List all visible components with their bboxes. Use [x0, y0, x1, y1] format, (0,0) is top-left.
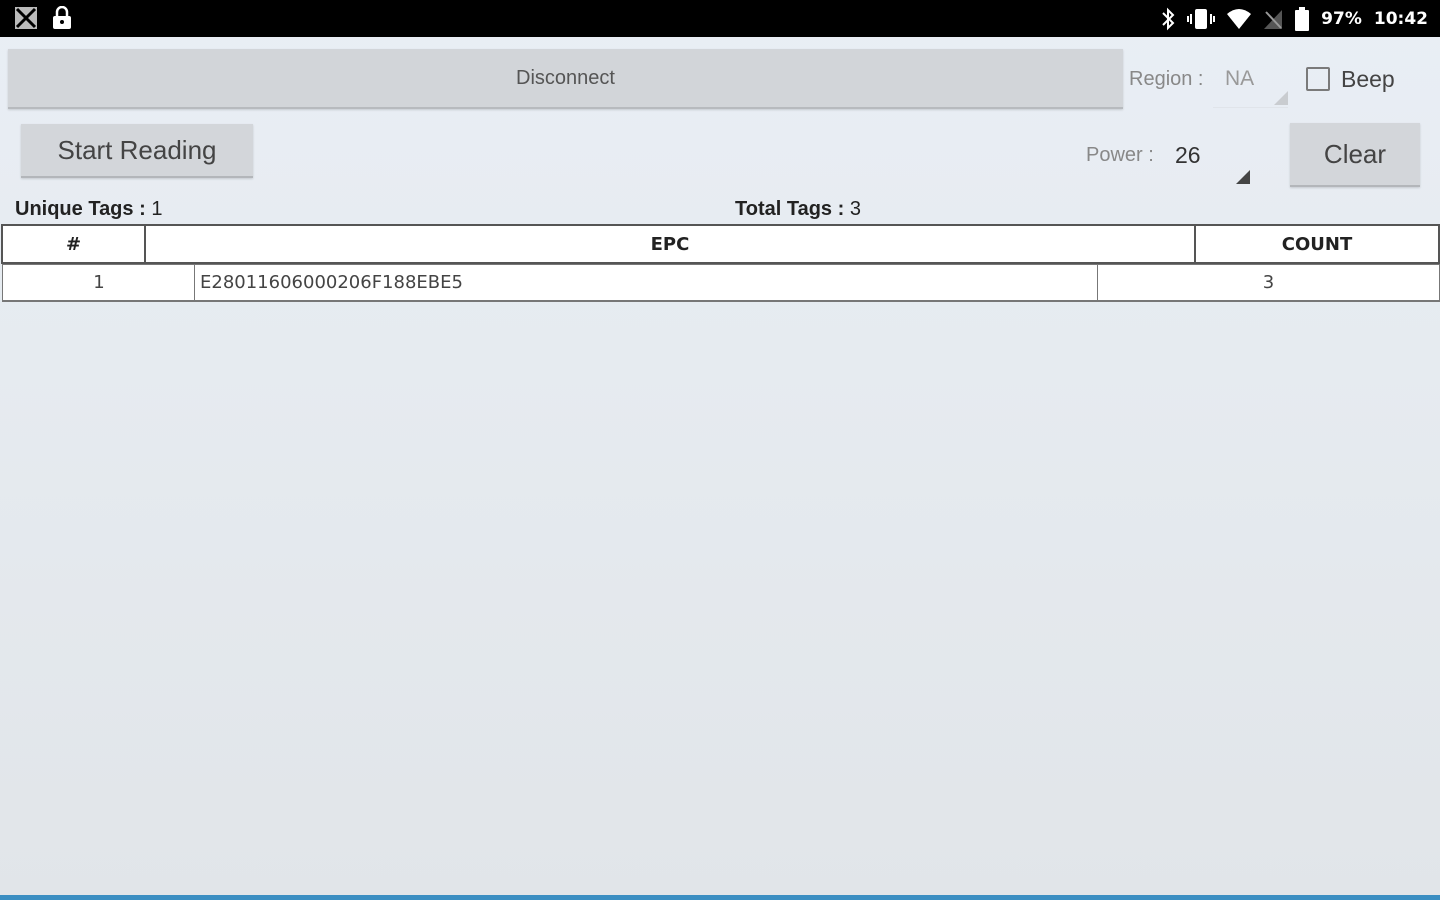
power-spinner[interactable] — [1160, 128, 1250, 186]
clock: 10:42 — [1373, 9, 1428, 29]
battery-percent: 97% — [1321, 9, 1362, 29]
power-label: Power : — [1086, 144, 1154, 166]
beep-checkbox[interactable] — [1306, 67, 1330, 91]
row-count: 3 — [1097, 264, 1440, 302]
header-index: # — [1, 224, 146, 264]
unique-tags-label: Unique Tags : — [15, 198, 146, 220]
region-label: Region : — [1129, 68, 1204, 90]
unique-tags-value: 1 — [151, 198, 163, 220]
no-signal-icon — [1263, 8, 1283, 30]
spinner-arrow-icon — [1236, 170, 1250, 184]
power-value: 26 — [1175, 142, 1201, 168]
beep-label[interactable]: Beep — [1341, 66, 1395, 93]
total-tags-count: Total Tags : 3 — [735, 198, 861, 221]
total-tags-value: 3 — [849, 198, 861, 220]
header-epc: EPC — [144, 224, 1196, 264]
spinner-arrow-icon — [1274, 91, 1288, 105]
bluetooth-icon — [1161, 7, 1175, 31]
row-index: 1 — [2, 264, 196, 302]
header-count: COUNT — [1194, 224, 1440, 264]
unique-tags-count: Unique Tags : 1 — [15, 198, 162, 221]
bottom-accent-bar — [0, 895, 1440, 900]
battery-icon — [1295, 7, 1310, 31]
total-tags-label: Total Tags : — [735, 198, 845, 220]
vibrate-icon — [1187, 7, 1216, 31]
row-epc: E28011606000206F188EBE5 — [194, 264, 1099, 302]
wifi-icon — [1227, 8, 1252, 30]
disconnect-button[interactable]: Disconnect — [8, 49, 1123, 109]
start-reading-button[interactable]: Start Reading — [21, 124, 253, 178]
image-icon — [14, 6, 38, 30]
status-bar: 97% 10:42 — [0, 0, 1440, 37]
clear-button[interactable]: Clear — [1290, 123, 1420, 187]
region-value: NA — [1225, 67, 1255, 90]
lock-icon — [52, 6, 72, 30]
